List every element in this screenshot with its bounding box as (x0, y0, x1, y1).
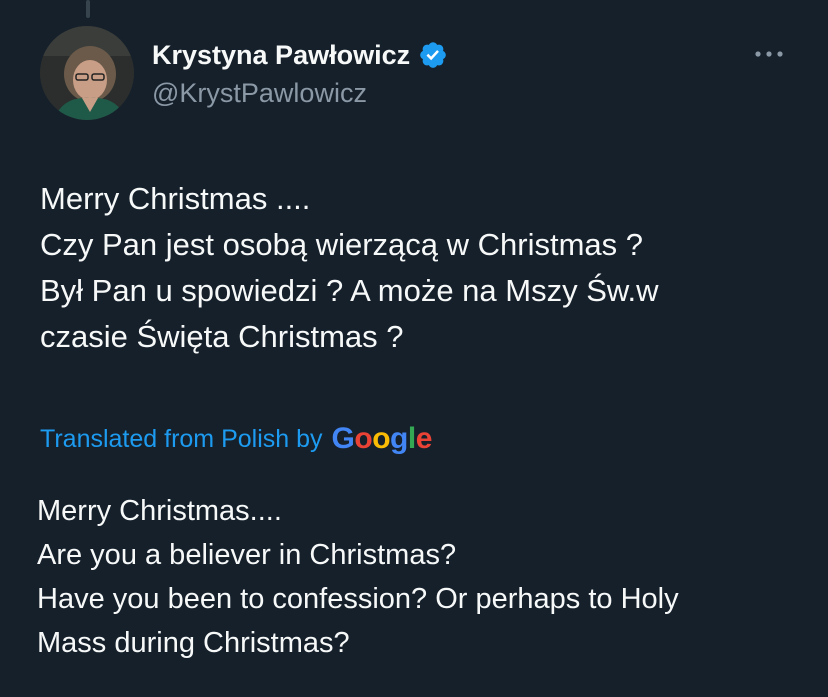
translated-text-line: Are you a believer in Christmas? (37, 539, 457, 571)
more-options-button[interactable] (744, 36, 794, 72)
translated-text-line: Merry Christmas.... (37, 495, 282, 527)
translation-attribution: Translated from Polish by Google (40, 419, 432, 459)
google-logo-letter: e (415, 422, 433, 455)
google-logo-letter: o (372, 422, 391, 455)
tweet-text-line: Czy Pan jest osobą wierzącą w Christmas … (40, 227, 644, 262)
tweet-text: Merry Christmas .... Czy Pan jest osobą … (40, 176, 800, 360)
google-logo-letter: g (390, 422, 408, 455)
translated-from-link[interactable]: Translated from Polish by (40, 425, 323, 454)
translated-text-line: Have you been to confession? Or perhaps … (37, 583, 679, 615)
profile-photo-icon (40, 26, 134, 120)
tweet-text-line: Był Pan u spowiedzi ? A może na Mszy Św.… (40, 273, 659, 308)
author-handle[interactable]: @KrystPawlowicz (152, 78, 367, 109)
author-name-row: Krystyna Pawłowicz (152, 38, 448, 72)
google-logo-letter: l (407, 422, 416, 455)
author-display-name[interactable]: Krystyna Pawłowicz (152, 40, 410, 71)
google-logo: Google (331, 422, 433, 456)
translated-text-line: Mass during Christmas? (37, 627, 350, 659)
thread-connector-line (86, 0, 90, 18)
tweet-text-line: Merry Christmas .... (40, 181, 311, 216)
more-options-icon (755, 51, 783, 57)
google-logo-letter: o (354, 422, 373, 455)
verified-badge-icon[interactable] (418, 40, 448, 70)
avatar[interactable] (40, 26, 134, 120)
tweet-text-line: czasie Święta Christmas ? (40, 319, 404, 354)
translated-text: Merry Christmas.... Are you a believer i… (37, 489, 807, 665)
google-logo-letter: G (331, 422, 355, 455)
